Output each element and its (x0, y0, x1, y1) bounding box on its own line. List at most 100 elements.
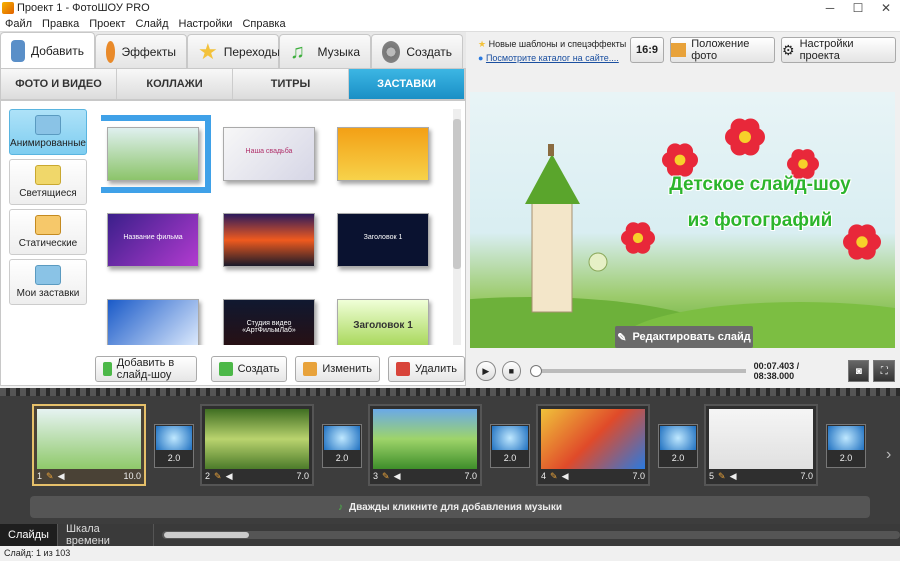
category-glowing[interactable]: Светящиеся (9, 159, 87, 205)
transition-thumbnail[interactable]: 2.0 (658, 424, 698, 468)
intro-thumbnail[interactable]: Заголовок 1 (337, 299, 429, 345)
category-my-intros[interactable]: Мои заставки (9, 259, 87, 305)
edit-slide-button[interactable]: ✎ Редактировать слайд (615, 326, 753, 348)
category-static[interactable]: Статические (9, 209, 87, 255)
speaker-icon[interactable]: ◀ (226, 471, 233, 482)
menu-slide[interactable]: Слайд (130, 18, 173, 30)
slide-number: 3 (373, 471, 379, 481)
app-icon (2, 2, 14, 14)
intro-thumbnail[interactable]: Студия видео «АртФильмЛаб» (223, 299, 315, 345)
pencil-icon[interactable]: ✎ (550, 471, 558, 482)
stop-button[interactable]: ■ (501, 361, 522, 381)
subtab-titles[interactable]: ТИТРЫ (233, 69, 349, 99)
static-icon (35, 215, 61, 235)
preview-title-line2: из фотографий (687, 210, 833, 231)
slide-thumbnail[interactable]: 3 ✎ ◀ 7.0 (368, 404, 482, 486)
slide-number: 1 (37, 471, 43, 481)
tab-music[interactable]: ♫ Музыка (279, 34, 371, 68)
category-list: Анимированные Светящиеся Статические Мои… (9, 109, 91, 309)
fullscreen-icon: ⛶ (880, 365, 888, 377)
slide-photo (37, 409, 141, 469)
intro-thumbnail[interactable] (337, 127, 429, 181)
minimize-button[interactable]: ─ (816, 0, 844, 16)
intro-gallery: Наша свадьба Название фильма Заголовок 1 Ст… (101, 109, 451, 345)
transition-thumbnail[interactable]: 2.0 (826, 424, 866, 468)
tab-transitions[interactable]: ★ Переходы (187, 34, 280, 68)
slide-number: 5 (709, 471, 715, 481)
speaker-icon[interactable]: ◀ (58, 471, 65, 482)
preview-title-line1: Детское слайд-шоу (669, 174, 851, 195)
edit-button[interactable]: Изменить (295, 356, 380, 382)
slide-photo (373, 409, 477, 469)
menu-project[interactable]: Проект (84, 18, 130, 30)
transition-thumbnail[interactable]: 2.0 (490, 424, 530, 468)
tab-effects[interactable]: Эффекты (95, 34, 187, 68)
transition-preview (660, 426, 696, 450)
intro-thumbnail[interactable]: Заголовок 1 (337, 213, 429, 267)
transition-duration: 2.0 (839, 453, 853, 463)
transition-thumbnail[interactable]: 2.0 (154, 424, 194, 468)
transition-thumbnail[interactable]: 2.0 (322, 424, 362, 468)
slide-thumbnail[interactable]: 4 ✎ ◀ 7.0 (536, 404, 650, 486)
slide-footer: 5 ✎ ◀ 7.0 (709, 469, 813, 483)
tab-create[interactable]: Создать (371, 34, 463, 68)
subtab-collages[interactable]: КОЛЛАЖИ (117, 69, 233, 99)
create-button[interactable]: Создать (210, 356, 288, 382)
thumbnail-caption: Наша свадьба (245, 148, 293, 155)
slide-thumbnail[interactable]: 1 ✎ ◀ 10.0 (32, 404, 146, 486)
pencil-icon[interactable]: ✎ (46, 471, 54, 482)
transition-duration: 2.0 (671, 453, 685, 463)
slide-duration: 7.0 (632, 471, 645, 481)
star-icon: ★ (198, 38, 218, 64)
slide-thumbnail[interactable]: 5 ✎ ◀ 7.0 (704, 404, 818, 486)
aspect-ratio-button[interactable]: 16:9 (630, 37, 664, 63)
speaker-icon[interactable]: ◀ (562, 471, 569, 482)
seek-knob[interactable] (530, 365, 543, 377)
pencil-icon[interactable]: ✎ (382, 471, 390, 482)
title-bar: Проект 1 - ФотоШОУ PRO ─ ☐ ✕ (0, 0, 900, 16)
intro-thumbnail[interactable] (107, 299, 199, 345)
intro-thumbnail[interactable] (223, 213, 315, 267)
slide-photo (205, 409, 309, 469)
speaker-icon[interactable]: ◀ (730, 471, 737, 482)
delete-button[interactable]: Удалить (388, 356, 465, 382)
pencil-icon[interactable]: ✎ (214, 471, 222, 482)
add-to-slideshow-button[interactable]: Добавить в слайд-шоу (95, 356, 197, 382)
fullscreen-button[interactable]: ⛶ (873, 360, 895, 382)
slide-footer: 3 ✎ ◀ 7.0 (373, 469, 477, 483)
subtab-intros[interactable]: ЗАСТАВКИ (349, 69, 465, 99)
slide-footer: 1 ✎ ◀ 10.0 (37, 469, 141, 483)
play-button[interactable]: ▶ (476, 361, 496, 381)
slide-thumbnail[interactable]: 2 ✎ ◀ 7.0 (200, 404, 314, 486)
intro-thumbnail[interactable]: Название фильма (107, 213, 199, 267)
speaker-icon[interactable]: ◀ (394, 471, 401, 482)
menu-file[interactable]: Файл (0, 18, 37, 30)
tab-add[interactable]: Добавить (0, 32, 95, 68)
filmstrip-scrollbar[interactable] (162, 531, 900, 539)
category-animated[interactable]: Анимированные (9, 109, 87, 155)
film-reel-icon (382, 40, 401, 63)
intro-thumbnail[interactable] (101, 115, 211, 193)
menu-edit[interactable]: Правка (37, 18, 84, 30)
subtab-photo-video[interactable]: ФОТО И ВИДЕО (1, 69, 117, 99)
music-track[interactable]: ♪ Дважды кликните для добавления музыки (30, 496, 870, 518)
close-button[interactable]: ✕ (872, 0, 900, 16)
intro-thumbnail[interactable]: Наша свадьба (223, 127, 315, 181)
gallery-scrollbar[interactable] (453, 109, 461, 345)
film-perforation (0, 388, 900, 396)
project-settings-button[interactable]: ⚙ Настройки проекта (781, 37, 896, 63)
snapshot-button[interactable]: ◙ (847, 360, 870, 382)
tab-timeline[interactable]: Шкала времени (58, 523, 155, 547)
seek-bar[interactable] (530, 365, 746, 377)
tab-slides[interactable]: Слайды (0, 524, 58, 546)
pencil-icon: ✎ (617, 331, 627, 344)
photo-position-button[interactable]: Положение фото (670, 37, 775, 63)
pencil-icon[interactable]: ✎ (718, 471, 726, 482)
slide-photo (709, 409, 813, 469)
maximize-button[interactable]: ☐ (844, 0, 872, 16)
next-arrow-icon[interactable]: › (886, 446, 891, 464)
catalog-link[interactable]: Посмотрите каталог на сайте.... (486, 53, 619, 63)
menu-help[interactable]: Справка (237, 18, 290, 30)
menu-settings[interactable]: Настройки (174, 18, 238, 30)
plus-icon (218, 362, 233, 376)
